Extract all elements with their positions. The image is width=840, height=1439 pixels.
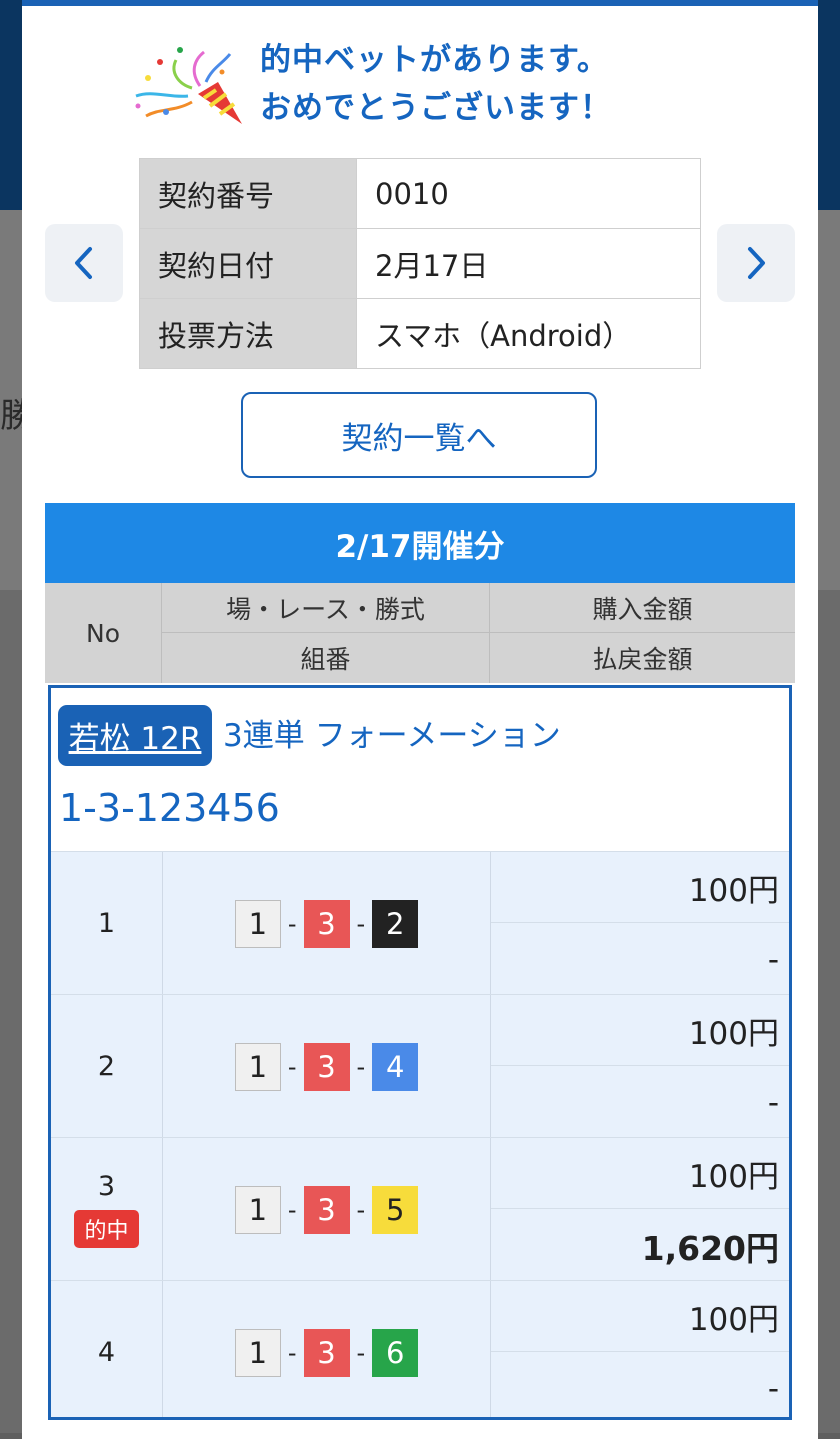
congrats-message: 的中ベットがあります。 おめでとうございます！	[130, 36, 730, 136]
table-row: 4 1-3-6 100円 -	[51, 1280, 789, 1417]
chevron-right-icon	[748, 247, 765, 279]
combination-cell: 1-3-4	[163, 995, 491, 1138]
combination-separator: -	[287, 909, 297, 938]
purchase-amount: 100円	[491, 995, 789, 1066]
boat-number: 1	[234, 1328, 281, 1377]
boat-number: 4	[372, 1042, 419, 1091]
vote-method-label: 投票方法	[139, 298, 357, 369]
purchase-amount: 100円	[491, 1138, 789, 1209]
contract-number-value: 0010	[356, 158, 701, 229]
bet-detail: 若松 12R 3連単 フォーメーション 1-3-123456 1 1-3-2 100…	[48, 685, 792, 1420]
bet-combination: 1-3-123456	[59, 786, 280, 830]
combination-separator: -	[356, 1338, 366, 1367]
boat-number: 1	[234, 899, 281, 948]
header-no: No	[45, 583, 162, 683]
boat-number: 6	[372, 1328, 419, 1377]
row-number: 3	[97, 1171, 116, 1202]
chevron-left-icon	[75, 247, 92, 279]
table-row: 3 的中 1-3-5 100円 1,620円	[51, 1137, 789, 1281]
hit-badge: 的中	[74, 1210, 139, 1248]
payout-amount: -	[767, 941, 779, 978]
header-combination: 組番	[162, 633, 490, 683]
race-link[interactable]: 若松 12R	[58, 705, 212, 766]
row-number: 1	[97, 908, 116, 939]
payout-amount: 1,620円	[641, 1228, 779, 1268]
boat-number: 1	[234, 1042, 281, 1091]
congrats-line2: おめでとうございます！	[260, 90, 612, 126]
combination-cell: 1-3-2	[163, 852, 491, 995]
bet-type: 3連単 フォーメーション	[223, 718, 561, 754]
purchase-amount: 100円	[491, 1281, 789, 1352]
row-number-cell: 4	[51, 1281, 163, 1417]
combination-separator: -	[356, 909, 366, 938]
contract-number-label: 契約番号	[139, 158, 357, 229]
bet-summary: 若松 12R 3連単 フォーメーション 1-3-123456	[51, 688, 789, 851]
contract-date-label: 契約日付	[139, 228, 357, 299]
boat-number: 5	[372, 1185, 419, 1234]
boat-number: 3	[303, 899, 350, 948]
row-number: 2	[97, 1051, 116, 1082]
combination-cell: 1-3-5	[163, 1138, 491, 1281]
payout-amount: -	[767, 1084, 779, 1121]
next-contract-button[interactable]	[717, 224, 795, 302]
contract-row-method: 投票方法 スマホ（Android）	[139, 298, 701, 369]
boat-number: 3	[303, 1185, 350, 1234]
boat-number: 1	[234, 1185, 281, 1234]
congrats-line1: 的中ベットがあります。	[260, 42, 609, 78]
combination-separator: -	[356, 1195, 366, 1224]
combination-separator: -	[287, 1052, 297, 1081]
table-row: 2 1-3-4 100円 -	[51, 994, 789, 1138]
row-number: 4	[97, 1337, 116, 1368]
combination-separator: -	[287, 1195, 297, 1224]
combination-separator: -	[356, 1052, 366, 1081]
contract-date-value: 2月17日	[356, 228, 701, 299]
contract-info-table: 契約番号 0010 契約日付 2月17日 投票方法 スマホ（Android）	[139, 158, 701, 369]
combination-separator: -	[287, 1338, 297, 1367]
header-race: 場・レース・勝式	[162, 583, 490, 633]
bet-table-header: No 場・レース・勝式 購入金額 組番 払戻金額	[45, 583, 795, 683]
prev-contract-button[interactable]	[45, 224, 123, 302]
table-row: 1 1-3-2 100円 -	[51, 851, 789, 995]
header-purchase: 購入金額	[490, 583, 795, 633]
boat-number: 2	[372, 899, 419, 948]
boat-number: 3	[303, 1328, 350, 1377]
combination-cell: 1-3-6	[163, 1281, 491, 1417]
congrats-text: 的中ベットがあります。 おめでとうございます！	[260, 36, 612, 132]
contract-row-date: 契約日付 2月17日	[139, 228, 701, 299]
payout-amount: -	[767, 1370, 779, 1407]
vote-method-value: スマホ（Android）	[356, 298, 701, 369]
row-number-cell: 1	[51, 852, 163, 995]
party-popper-icon	[135, 47, 242, 124]
contract-row-number: 契約番号 0010	[139, 158, 701, 229]
row-number-cell: 2	[51, 995, 163, 1138]
contract-list-button[interactable]: 契約一覧へ	[241, 392, 597, 478]
boat-number: 3	[303, 1042, 350, 1091]
session-title: 2/17開催分	[45, 503, 795, 583]
result-modal: 的中ベットがあります。 おめでとうございます！ 契約番号 0010 契約日付 2…	[22, 0, 818, 1439]
purchase-amount: 100円	[491, 852, 789, 923]
row-number-cell: 3 的中	[51, 1138, 163, 1281]
header-payout: 払戻金額	[592, 645, 693, 674]
